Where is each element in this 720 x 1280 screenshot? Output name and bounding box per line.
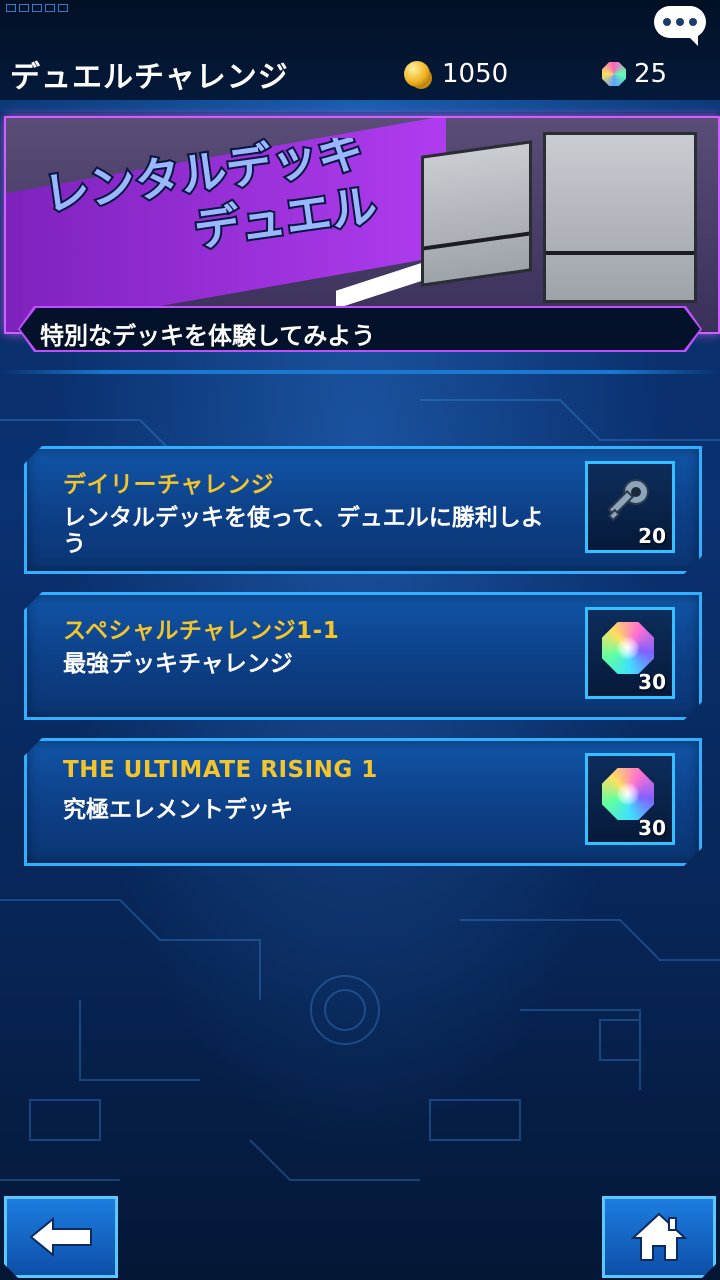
reward-box: 30 xyxy=(585,607,675,699)
gem-icon xyxy=(602,622,654,674)
banner-logo: レンタルデッキ デュエル xyxy=(40,138,380,258)
challenge-card-daily[interactable]: デイリーチャレンジ レンタルデッキを使って、デュエルに勝利しよう 20 xyxy=(24,446,702,574)
reward-box: 20 xyxy=(585,461,675,553)
challenge-title: デイリーチャレンジ xyxy=(63,472,275,498)
reward-count: 30 xyxy=(638,816,666,840)
gem-counter: 25 xyxy=(602,56,667,92)
chat-bubble-icon[interactable] xyxy=(654,6,706,46)
challenge-card-ultimate[interactable]: THE ULTIMATE RISING 1 究極エレメントデッキ 30 xyxy=(24,738,702,866)
deck-box-image xyxy=(543,132,697,303)
challenge-card-special[interactable]: スペシャルチャレンジ1-1 最強デッキチャレンジ 30 xyxy=(24,592,702,720)
gold-coin-icon xyxy=(404,61,430,87)
gold-counter: 1050 xyxy=(404,56,508,92)
banner-caption: 特別なデッキを体験してみよう xyxy=(40,322,376,350)
status-indicator xyxy=(6,4,68,12)
back-button[interactable] xyxy=(4,1196,118,1278)
gem-icon xyxy=(602,62,626,86)
home-icon xyxy=(631,1212,687,1262)
top-bar: デュエルチャレンジ 1050 25 xyxy=(0,0,720,103)
gem-icon xyxy=(602,768,654,820)
reward-count: 30 xyxy=(638,670,666,694)
challenge-description: 究極エレメントデッキ xyxy=(63,797,293,823)
page-title: デュエルチャレンジ xyxy=(10,60,289,95)
gold-amount: 1050 xyxy=(442,59,509,89)
arrow-left-icon xyxy=(27,1217,95,1257)
gem-amount: 25 xyxy=(634,59,668,89)
challenge-description: 最強デッキチャレンジ xyxy=(63,651,293,677)
challenge-description: レンタルデッキを使って、デュエルに勝利しよう xyxy=(63,505,544,557)
section-divider xyxy=(0,370,720,374)
deck-box-image xyxy=(421,140,532,287)
key-icon xyxy=(600,474,656,530)
challenge-title: スペシャルチャレンジ1-1 xyxy=(63,618,340,644)
reward-count: 20 xyxy=(638,524,666,548)
challenge-title: THE ULTIMATE RISING 1 xyxy=(63,757,378,783)
home-button[interactable] xyxy=(602,1196,716,1278)
reward-box: 30 xyxy=(585,753,675,845)
header-stripe xyxy=(0,100,720,112)
